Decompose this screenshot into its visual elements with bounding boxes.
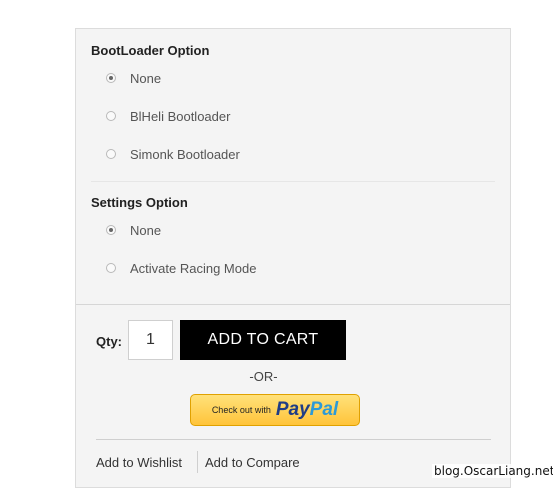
qty-label: Qty: — [96, 334, 122, 349]
bootloader-option-simonk[interactable]: Simonk Bootloader — [106, 146, 240, 162]
link-separator — [197, 451, 198, 473]
bootloader-option-none[interactable]: None — [106, 70, 161, 86]
or-separator: -OR- — [249, 369, 278, 384]
product-options-panel: BootLoader Option None BlHeli Bootloader… — [75, 28, 511, 488]
section-divider — [91, 181, 495, 182]
paypal-logo-pal: Pal — [309, 399, 339, 420]
settings-option-racing-mode[interactable]: Activate Racing Mode — [106, 260, 256, 276]
option-label: Simonk Bootloader — [130, 146, 240, 162]
option-label: None — [130, 70, 162, 86]
links-divider — [96, 439, 491, 440]
radio-icon[interactable] — [106, 111, 116, 121]
settings-option-title: Settings Option — [91, 195, 188, 210]
watermark-text: blog.OscarLiang.net — [432, 464, 553, 478]
radio-selected-icon[interactable] — [106, 73, 116, 83]
option-label: None — [130, 222, 162, 238]
add-to-cart-button[interactable]: ADD TO CART — [180, 320, 346, 360]
settings-option-none[interactable]: None — [106, 222, 161, 238]
section-border — [76, 304, 510, 305]
radio-selected-icon[interactable] — [106, 225, 116, 235]
bootloader-option-title: BootLoader Option — [91, 43, 210, 58]
option-label: BlHeli Bootloader — [130, 108, 231, 124]
paypal-logo-pay: Pay — [275, 399, 310, 420]
add-to-wishlist-link[interactable]: Add to Wishlist — [96, 455, 182, 470]
paypal-checkout-button[interactable]: Check out with Pay Pal — [190, 394, 360, 426]
add-to-compare-link[interactable]: Add to Compare — [205, 455, 300, 470]
qty-input[interactable] — [128, 320, 173, 360]
radio-icon[interactable] — [106, 149, 116, 159]
radio-icon[interactable] — [106, 263, 116, 273]
option-label: Activate Racing Mode — [130, 260, 257, 276]
paypal-checkout-text: Check out with — [211, 405, 271, 415]
bootloader-option-blheli[interactable]: BlHeli Bootloader — [106, 108, 230, 124]
